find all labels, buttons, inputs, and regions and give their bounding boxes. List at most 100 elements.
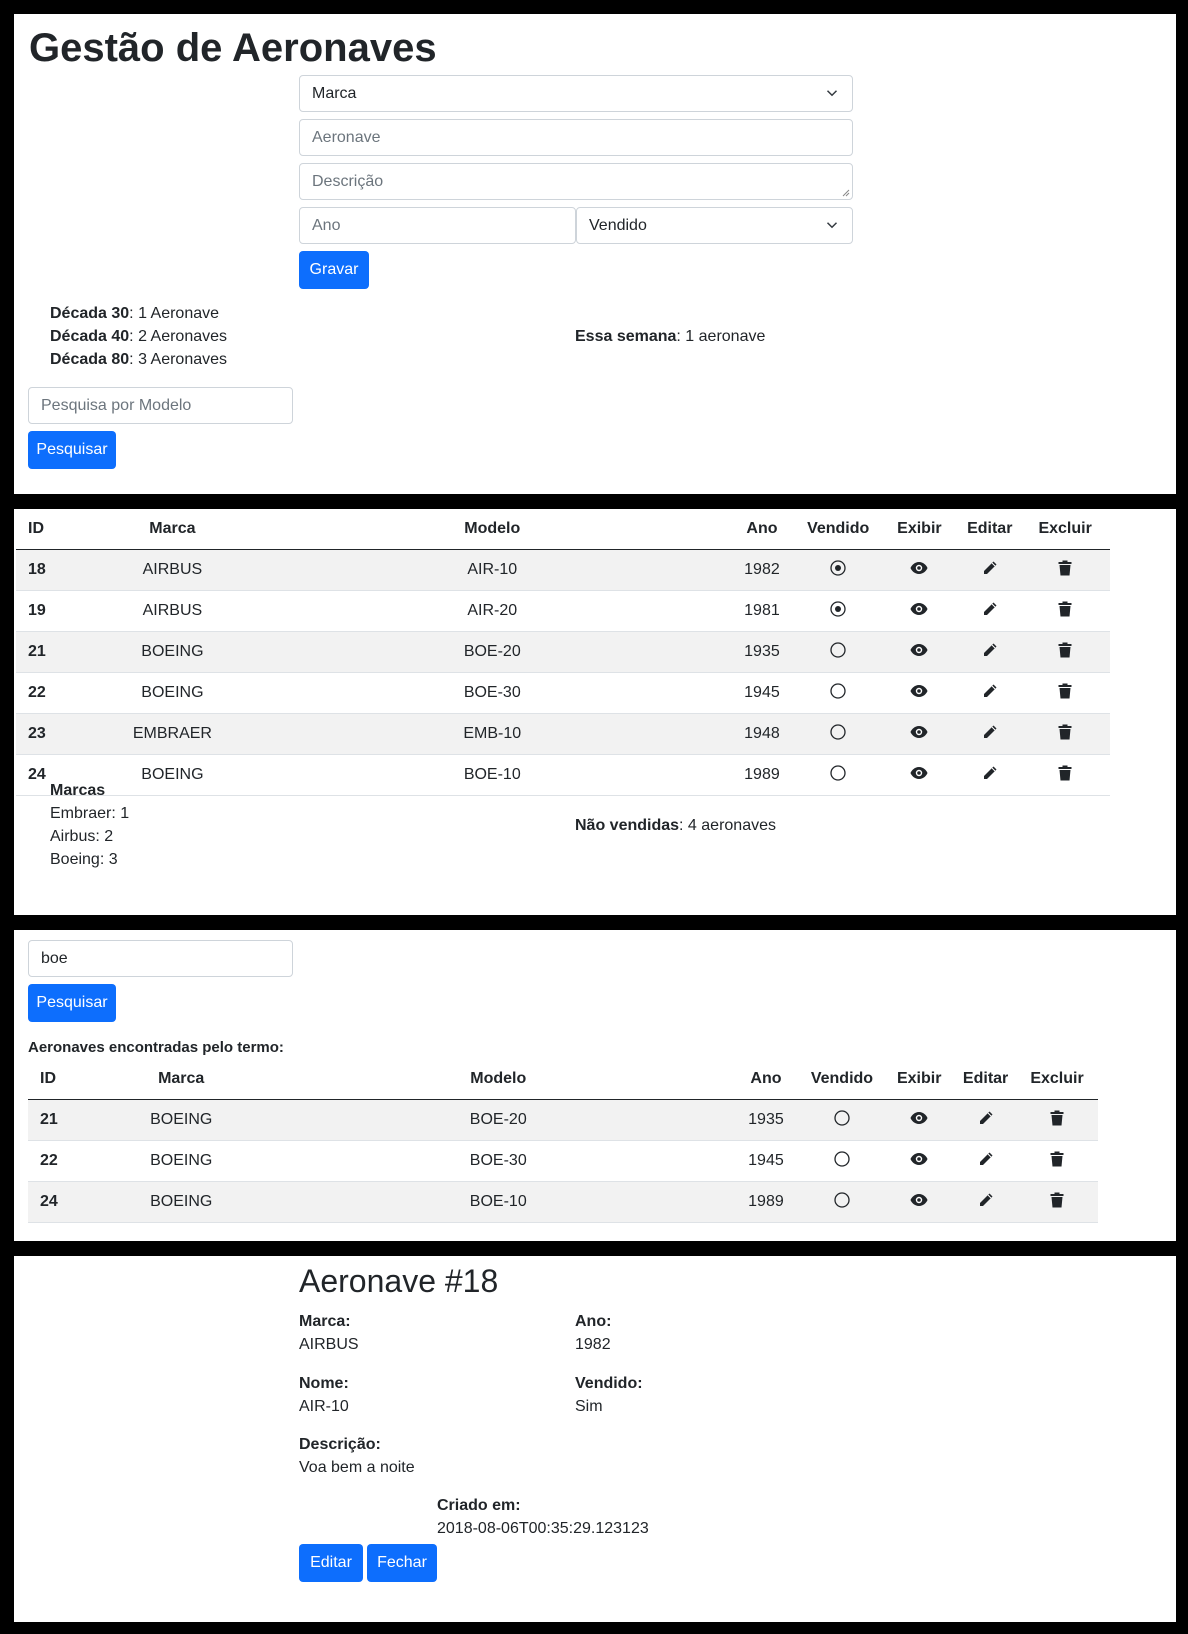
pesquisar-button[interactable]: Pesquisar — [28, 984, 116, 1022]
cell-exibir[interactable] — [879, 754, 960, 796]
nao-vendidas-stat: Não vendidas: 4 aeronaves — [575, 817, 776, 834]
cell-modelo: AIR-10 — [257, 549, 728, 591]
cell-editar[interactable] — [959, 713, 1021, 755]
column-header-exibir: Exibir — [879, 509, 960, 550]
eye-icon[interactable] — [910, 766, 928, 785]
table-row: 21 BOEING BOE-20 1935 — [28, 1099, 1098, 1141]
cell-vendido — [796, 631, 880, 673]
cell-excluir[interactable] — [1020, 754, 1110, 796]
trash-icon[interactable] — [1058, 642, 1072, 663]
ano-value: 1982 — [575, 1336, 611, 1353]
trash-icon[interactable] — [1058, 724, 1072, 745]
cell-marca: AIRBUS — [87, 549, 258, 591]
cell-exibir[interactable] — [879, 713, 960, 755]
search-results-panel: boe Pesquisar Aeronaves encontradas pelo… — [14, 930, 1176, 1241]
radio-unchecked-icon — [830, 682, 846, 704]
eye-icon[interactable] — [910, 643, 928, 662]
cell-ano: 1935 — [731, 1099, 801, 1141]
cell-exibir[interactable] — [879, 672, 960, 714]
cell-editar[interactable] — [959, 590, 1021, 632]
eye-icon[interactable] — [910, 684, 928, 703]
pencil-icon[interactable] — [978, 1151, 994, 1172]
cell-excluir[interactable] — [1016, 1181, 1098, 1223]
ano-input[interactable]: Ano — [299, 207, 576, 244]
eye-icon[interactable] — [910, 561, 928, 580]
eye-icon[interactable] — [910, 1111, 928, 1130]
cell-exibir[interactable] — [879, 631, 960, 673]
descricao-textarea[interactable]: Descrição — [299, 163, 853, 200]
gravar-button[interactable]: Gravar — [299, 251, 369, 289]
column-header-modelo: Modelo — [265, 1059, 732, 1100]
cell-ano: 1948 — [727, 713, 797, 755]
fechar-button[interactable]: Fechar — [367, 1544, 437, 1582]
cell-excluir[interactable] — [1016, 1099, 1098, 1141]
trash-icon[interactable] — [1058, 683, 1072, 704]
pencil-icon[interactable] — [982, 642, 998, 663]
pesquisar-button[interactable]: Pesquisar — [28, 431, 116, 469]
editar-button[interactable]: Editar — [299, 1544, 363, 1582]
cell-excluir[interactable] — [1020, 672, 1110, 714]
cell-editar[interactable] — [955, 1181, 1017, 1223]
cell-modelo: BOE-20 — [257, 631, 728, 673]
cell-editar[interactable] — [959, 672, 1021, 714]
trash-icon[interactable] — [1058, 560, 1072, 581]
aeronave-placeholder: Aeronave — [312, 129, 381, 146]
cell-vendido — [796, 713, 880, 755]
cell-marca: BOEING — [97, 1140, 266, 1182]
trash-icon[interactable] — [1058, 765, 1072, 786]
cell-excluir[interactable] — [1020, 549, 1110, 591]
vendido-select[interactable]: Vendido — [576, 207, 853, 244]
trash-icon[interactable] — [1050, 1151, 1064, 1172]
pencil-icon[interactable] — [978, 1192, 994, 1213]
cell-exibir[interactable] — [883, 1140, 956, 1182]
pencil-icon[interactable] — [982, 601, 998, 622]
cell-exibir[interactable] — [879, 590, 960, 632]
search-term-input[interactable]: boe — [28, 940, 293, 977]
marca-select[interactable]: Marca — [299, 75, 853, 112]
cell-ano: 1989 — [731, 1181, 801, 1223]
search-modelo-input[interactable]: Pesquisa por Modelo — [28, 387, 293, 424]
cell-id: 22 — [28, 1140, 98, 1182]
eye-icon[interactable] — [910, 725, 928, 744]
cell-exibir[interactable] — [883, 1099, 956, 1141]
criado-label: Criado em: — [437, 1497, 521, 1514]
cell-vendido — [800, 1181, 884, 1223]
column-header-id: ID — [16, 509, 88, 550]
cell-id: 21 — [28, 1099, 98, 1141]
cell-exibir[interactable] — [879, 549, 960, 591]
aeronave-input[interactable]: Aeronave — [299, 119, 853, 156]
radio-unchecked-icon — [834, 1109, 850, 1131]
cell-editar[interactable] — [959, 631, 1021, 673]
pencil-icon[interactable] — [978, 1110, 994, 1131]
eye-icon[interactable] — [910, 602, 928, 621]
pencil-icon[interactable] — [982, 765, 998, 786]
trash-icon[interactable] — [1050, 1110, 1064, 1131]
column-header-excluir: Excluir — [1020, 509, 1110, 550]
cell-exibir[interactable] — [883, 1181, 956, 1223]
cell-marca: EMBRAER — [87, 713, 258, 755]
decada-40-stat: Década 40: 2 Aeronaves — [50, 328, 228, 345]
cell-modelo: BOE-10 — [257, 754, 728, 796]
cell-excluir[interactable] — [1016, 1140, 1098, 1182]
cell-editar[interactable] — [959, 754, 1021, 796]
cell-excluir[interactable] — [1020, 590, 1110, 632]
column-header-editar: Editar — [959, 509, 1021, 550]
trash-icon[interactable] — [1058, 601, 1072, 622]
column-header-exibir: Exibir — [883, 1059, 956, 1100]
cell-editar[interactable] — [955, 1140, 1017, 1182]
trash-icon[interactable] — [1050, 1192, 1064, 1213]
cell-editar[interactable] — [955, 1099, 1017, 1141]
pencil-icon[interactable] — [982, 683, 998, 704]
cell-editar[interactable] — [959, 549, 1021, 591]
pencil-icon[interactable] — [982, 724, 998, 745]
resize-handle-icon[interactable] — [842, 189, 850, 197]
pencil-icon[interactable] — [982, 560, 998, 581]
column-header-vendido: Vendido — [800, 1059, 884, 1100]
table-row: 23 EMBRAER EMB-10 1948 — [16, 713, 1110, 755]
eye-icon[interactable] — [910, 1152, 928, 1171]
cell-excluir[interactable] — [1020, 631, 1110, 673]
cell-ano: 1945 — [731, 1140, 801, 1182]
cell-excluir[interactable] — [1020, 713, 1110, 755]
table-row: 24 BOEING BOE-10 1989 — [28, 1181, 1098, 1223]
eye-icon[interactable] — [910, 1193, 928, 1212]
